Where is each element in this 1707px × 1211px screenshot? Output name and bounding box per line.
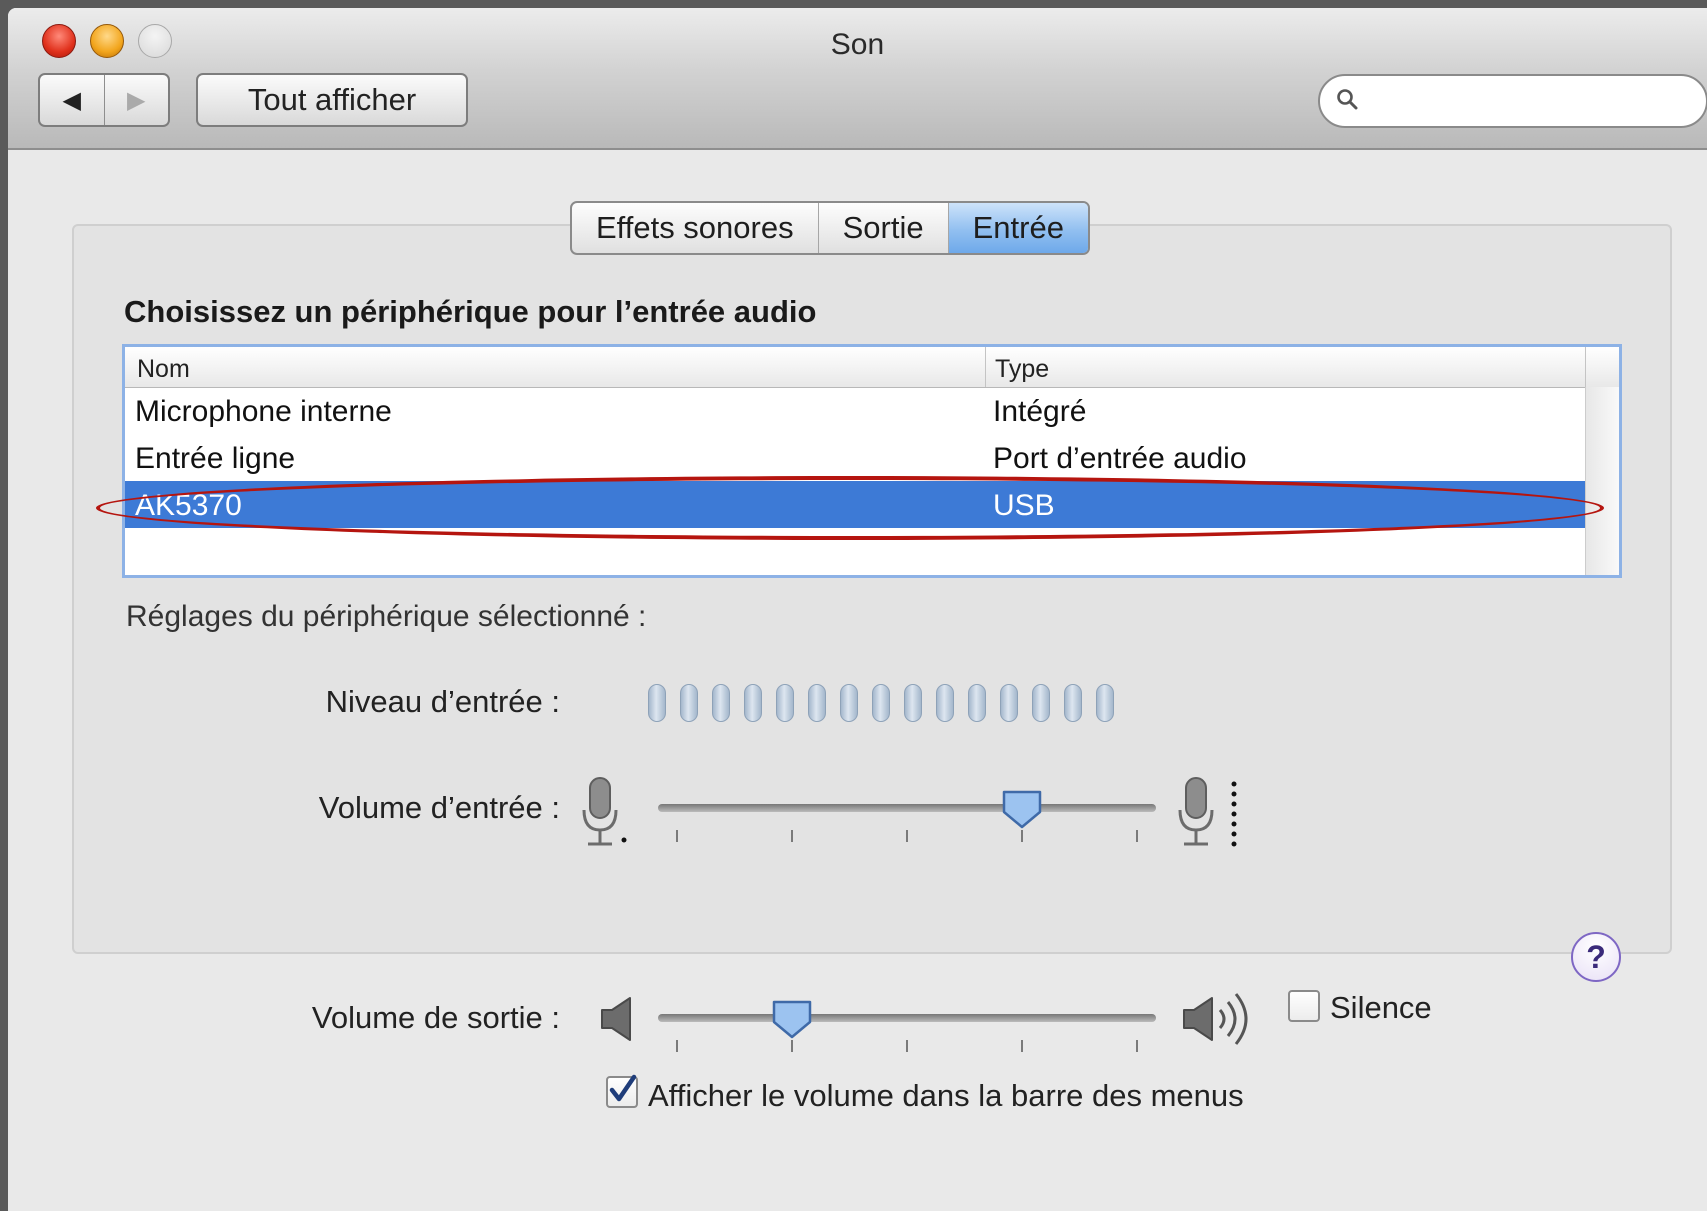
column-divider	[985, 347, 986, 387]
slider-tick	[791, 1040, 793, 1052]
checkmark-icon	[609, 1074, 637, 1102]
device-type: Intégré	[993, 395, 1087, 428]
input-volume-slider[interactable]	[658, 804, 1156, 812]
column-header-type[interactable]: Type	[995, 355, 1049, 384]
slider-tick	[1136, 830, 1138, 842]
slider-tick	[791, 830, 793, 842]
table-header: Nom Type	[125, 347, 1619, 388]
microphone-high-icon	[1178, 777, 1237, 847]
level-bar	[872, 684, 890, 722]
help-button[interactable]: ?	[1571, 932, 1621, 982]
column-divider	[1585, 347, 1586, 387]
input-level-meter	[648, 684, 1114, 722]
show-volume-in-menubar-checkbox[interactable]	[606, 1074, 638, 1108]
back-button[interactable]: ◀	[40, 75, 105, 125]
level-bar	[904, 684, 922, 722]
settings-panel	[72, 224, 1672, 954]
output-volume-slider[interactable]	[658, 1014, 1156, 1022]
level-bar	[744, 684, 762, 722]
level-bar	[712, 684, 730, 722]
level-bar	[1096, 684, 1114, 722]
device-type: Port d’entrée audio	[993, 442, 1247, 475]
speaker-high-icon	[1183, 993, 1248, 1045]
tab-input[interactable]: Entrée	[948, 203, 1088, 253]
device-settings-label: Réglages du périphérique sélectionné :	[126, 600, 647, 633]
input-device-table: Nom Type Microphone interne Intégré Entr…	[122, 344, 1622, 578]
slider-tick	[676, 830, 678, 842]
speaker-low-icon	[601, 997, 631, 1041]
device-name: AK5370	[135, 489, 242, 522]
tab-bar: Effets sonores Sortie Entrée	[570, 201, 1090, 255]
device-name: Microphone interne	[135, 395, 392, 428]
device-type: USB	[993, 489, 1055, 522]
search-field[interactable]	[1318, 74, 1707, 128]
search-icon	[1337, 89, 1358, 110]
slider-tick	[676, 1040, 678, 1052]
input-device-heading: Choisissez un périphérique pour l’entrée…	[124, 294, 817, 329]
level-bar	[1000, 684, 1018, 722]
table-row[interactable]: Microphone interne Intégré	[125, 387, 1585, 434]
microphone-low-icon	[582, 777, 627, 846]
title-toolbar: Son ◀ ▶ Tout afficher	[8, 8, 1707, 150]
slider-tick	[1136, 1040, 1138, 1052]
sound-preferences-window: Son ◀ ▶ Tout afficher Effets sonores Sor…	[8, 8, 1707, 1211]
device-name: Entrée ligne	[135, 442, 296, 475]
table-scrollbar[interactable]	[1585, 387, 1619, 575]
slider-tick	[906, 830, 908, 842]
silence-checkbox[interactable]	[1288, 990, 1320, 1022]
forward-button[interactable]: ▶	[105, 75, 169, 125]
tab-output[interactable]: Sortie	[819, 203, 949, 253]
input-volume-label: Volume d’entrée :	[318, 790, 560, 825]
level-bar	[776, 684, 794, 722]
level-bar	[1064, 684, 1082, 722]
input-volume-slider-thumb[interactable]	[1000, 788, 1044, 830]
output-volume-label: Volume de sortie :	[311, 1000, 560, 1035]
slider-tick	[906, 1040, 908, 1052]
level-bar	[936, 684, 954, 722]
show-all-button[interactable]: Tout afficher	[196, 73, 468, 127]
slider-tick	[1021, 1040, 1023, 1052]
level-bar	[840, 684, 858, 722]
table-row[interactable]: Entrée ligne Port d’entrée audio	[125, 434, 1585, 481]
window-title: Son	[830, 28, 885, 61]
column-header-name[interactable]: Nom	[137, 355, 190, 384]
level-bar	[968, 684, 986, 722]
level-bar	[680, 684, 698, 722]
silence-label: Silence	[1330, 990, 1432, 1025]
level-bar	[1032, 684, 1050, 722]
navigation-segment: ◀ ▶	[38, 73, 170, 127]
slider-tick	[1021, 830, 1023, 842]
level-bar	[808, 684, 826, 722]
output-volume-slider-thumb[interactable]	[770, 998, 814, 1040]
tab-sound-effects[interactable]: Effets sonores	[572, 203, 819, 253]
table-row-selected[interactable]: AK5370 USB	[125, 481, 1585, 528]
input-level-label: Niveau d’entrée :	[325, 684, 560, 719]
show-volume-in-menubar-label: Afficher le volume dans la barre des men…	[648, 1078, 1244, 1113]
level-bar	[648, 684, 666, 722]
